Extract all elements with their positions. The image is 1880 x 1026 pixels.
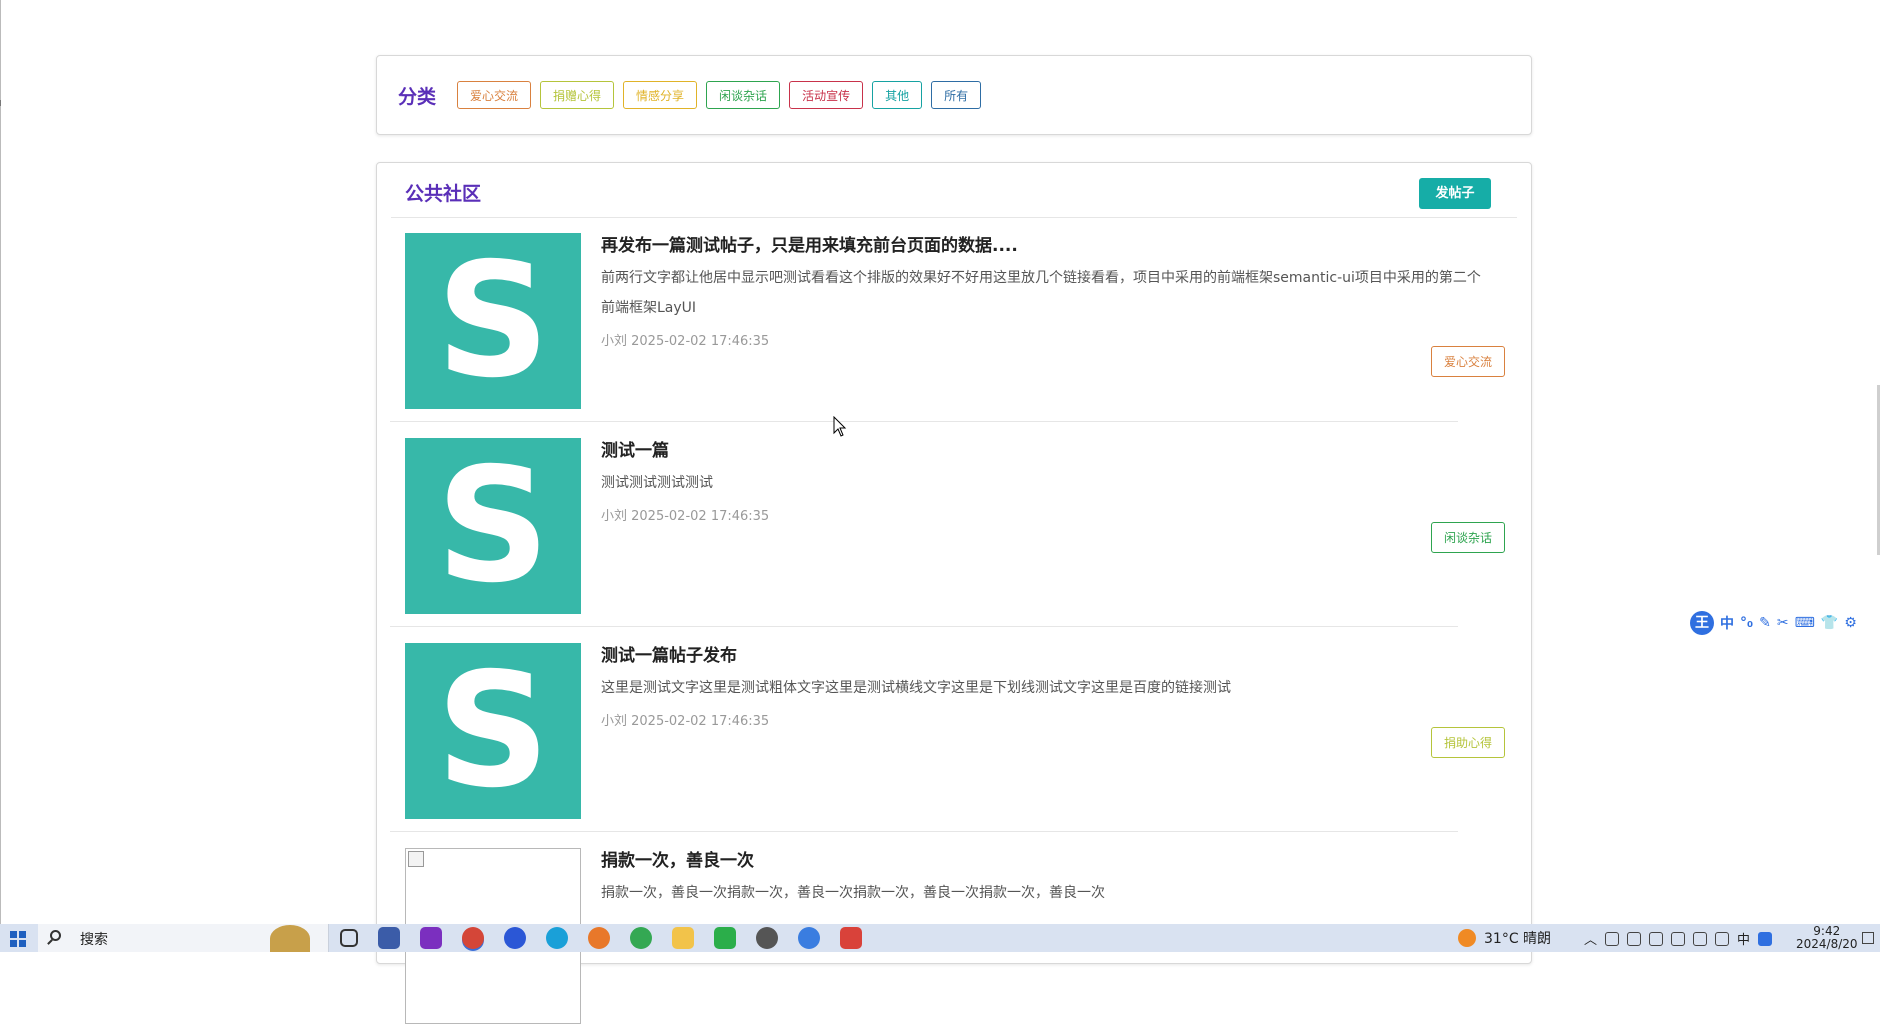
tray-network-icon[interactable]	[1649, 931, 1664, 946]
category-tags: 爱心交流 捐赠心得 情感分享 闲谈杂话 活动宣传 其他 所有	[457, 81, 982, 109]
broken-image-icon	[408, 851, 424, 867]
ime-settings-icon[interactable]: ⚙	[1844, 615, 1857, 631]
post-excerpt: 这里是测试文字这里是测试粗体文字这里是测试横线文字这里是下划线测试文字这里是百度…	[601, 680, 1231, 696]
post-item[interactable]: S 测试一篇帖子发布 这里是测试文字这里是测试粗体文字这里是测试横线文字这里是下…	[405, 643, 1505, 821]
post-title[interactable]: 测试一篇帖子发布	[601, 641, 737, 666]
ime-mode-button[interactable]: 中	[1720, 613, 1734, 633]
file-explorer-icon[interactable]	[672, 927, 694, 949]
clock[interactable]: 9:42 2024/8/20	[1796, 925, 1858, 951]
taskbar: 搜索 31°C 晴朗 ︿ 中 9:42 2024/8/20	[0, 924, 1880, 952]
tray-ime-icon[interactable]	[1758, 931, 1773, 946]
chrome-icon[interactable]	[462, 927, 484, 949]
search-highlight-icon	[270, 925, 310, 952]
clock-date: 2024/8/20	[1796, 937, 1858, 951]
post-separator	[390, 626, 1458, 627]
windows-start-icon[interactable]	[10, 931, 26, 947]
post-category-tag[interactable]: 闲谈杂话	[1430, 522, 1505, 553]
post-meta: 小刘 2025-02-02 17:46:35	[601, 334, 770, 349]
tray-screen-icon[interactable]	[1671, 931, 1686, 946]
ime-keyboard-icon[interactable]: ⌨	[1795, 615, 1815, 631]
edge-icon[interactable]	[546, 927, 568, 949]
app-icon-11[interactable]	[798, 927, 820, 949]
category-tag-5[interactable]: 其他	[872, 81, 923, 109]
tray-wifi-icon[interactable]	[1627, 931, 1642, 946]
window-left-edge	[0, 0, 1, 924]
ime-handwrite-icon[interactable]: ✎	[1759, 615, 1771, 631]
divider	[391, 217, 1517, 218]
settings-icon[interactable]	[756, 927, 778, 949]
category-tag-1[interactable]: 捐赠心得	[540, 81, 615, 109]
category-tag-2[interactable]: 情感分享	[623, 81, 698, 109]
wechat-icon[interactable]	[714, 927, 736, 949]
ime-punct-icon[interactable]: °₀	[1740, 615, 1753, 631]
app-icon-1[interactable]	[378, 927, 400, 949]
post-item[interactable]: S 测试一篇 测试测试测试测试 小刘 2025-02-02 17:46:35 闲…	[405, 438, 1505, 616]
firefox-icon[interactable]	[588, 927, 610, 949]
ime-skin-icon[interactable]: 👕	[1821, 615, 1838, 631]
notification-icon[interactable]	[1862, 932, 1874, 944]
post-separator	[390, 831, 1458, 832]
ime-toolbar: 王 中 °₀ ✎ ✂ ⌨ 👕 ⚙	[1690, 610, 1880, 636]
post-title[interactable]: 测试一篇	[601, 436, 669, 461]
tray-ime-mode[interactable]: 中	[1737, 929, 1750, 948]
weather-widget[interactable]: 31°C 晴朗	[1458, 924, 1551, 952]
category-card: 分类 爱心交流 捐赠心得 情感分享 闲谈杂话 活动宣传 其他 所有	[376, 55, 1532, 135]
post-category-tag[interactable]: 捐助心得	[1430, 727, 1505, 758]
weather-text: 31°C 晴朗	[1484, 931, 1552, 947]
tray-pen-icon[interactable]	[1715, 931, 1730, 946]
category-tag-0[interactable]: 爱心交流	[457, 81, 532, 109]
mouse-cursor-icon	[833, 416, 847, 437]
post-excerpt: 捐款一次，善良一次捐款一次，善良一次捐款一次，善良一次捐款一次，善良一次	[601, 885, 1105, 901]
edge-marker	[0, 100, 4, 106]
weather-sun-icon	[1458, 929, 1476, 947]
community-card: 公共社区 发帖子 S 再发布一篇测试帖子，只是用来填充前台页面的数据.... 前…	[376, 162, 1532, 1024]
ime-logo-icon[interactable]: 王	[1690, 611, 1714, 635]
category-tag-3[interactable]: 闲谈杂话	[706, 81, 781, 109]
tray-shield-icon[interactable]	[1605, 931, 1620, 946]
community-title: 公共社区	[405, 183, 482, 205]
category-title: 分类	[398, 86, 437, 108]
tray-chevron-icon[interactable]: ︿	[1584, 929, 1597, 948]
post-excerpt: 测试测试测试测试	[601, 475, 713, 491]
post-thumbnail[interactable]: S	[405, 233, 581, 409]
post-thumbnail[interactable]: S	[405, 643, 581, 819]
post-meta: 小刘 2025-02-02 17:46:35	[601, 509, 770, 524]
new-post-button[interactable]: 发帖子	[1419, 178, 1491, 209]
post-separator	[390, 421, 1458, 422]
category-tag-6[interactable]: 所有	[931, 81, 982, 109]
post-title[interactable]: 再发布一篇测试帖子，只是用来填充前台页面的数据....	[601, 231, 1018, 256]
post-excerpt: 前两行文字都让他居中显示吧测试看看这个排版的效果好不好用这里放几个链接看看，项目…	[601, 270, 1481, 316]
app-icon-4[interactable]	[504, 927, 526, 949]
post-meta: 小刘 2025-02-02 17:46:35	[601, 714, 770, 729]
chrome-icon-2[interactable]	[630, 927, 652, 949]
search-icon	[50, 930, 61, 941]
app-icon-12[interactable]	[840, 927, 862, 949]
category-tag-4[interactable]: 活动宣传	[789, 81, 864, 109]
task-view-icon[interactable]	[340, 929, 358, 947]
tray-volume-icon[interactable]	[1693, 931, 1708, 946]
post-title[interactable]: 捐款一次，善良一次	[601, 846, 754, 871]
search-label: 搜索	[80, 932, 108, 948]
system-tray: ︿ 中	[1584, 929, 1773, 948]
ime-scissors-icon[interactable]: ✂	[1777, 615, 1789, 631]
taskbar-apps	[340, 927, 862, 949]
post-item[interactable]: S 再发布一篇测试帖子，只是用来填充前台页面的数据.... 前两行文字都让他居中…	[405, 233, 1505, 411]
jetbrains-icon[interactable]	[420, 927, 442, 949]
post-category-tag[interactable]: 爱心交流	[1430, 346, 1505, 377]
taskbar-search[interactable]: 搜索	[38, 924, 329, 952]
post-thumbnail[interactable]: S	[405, 438, 581, 614]
